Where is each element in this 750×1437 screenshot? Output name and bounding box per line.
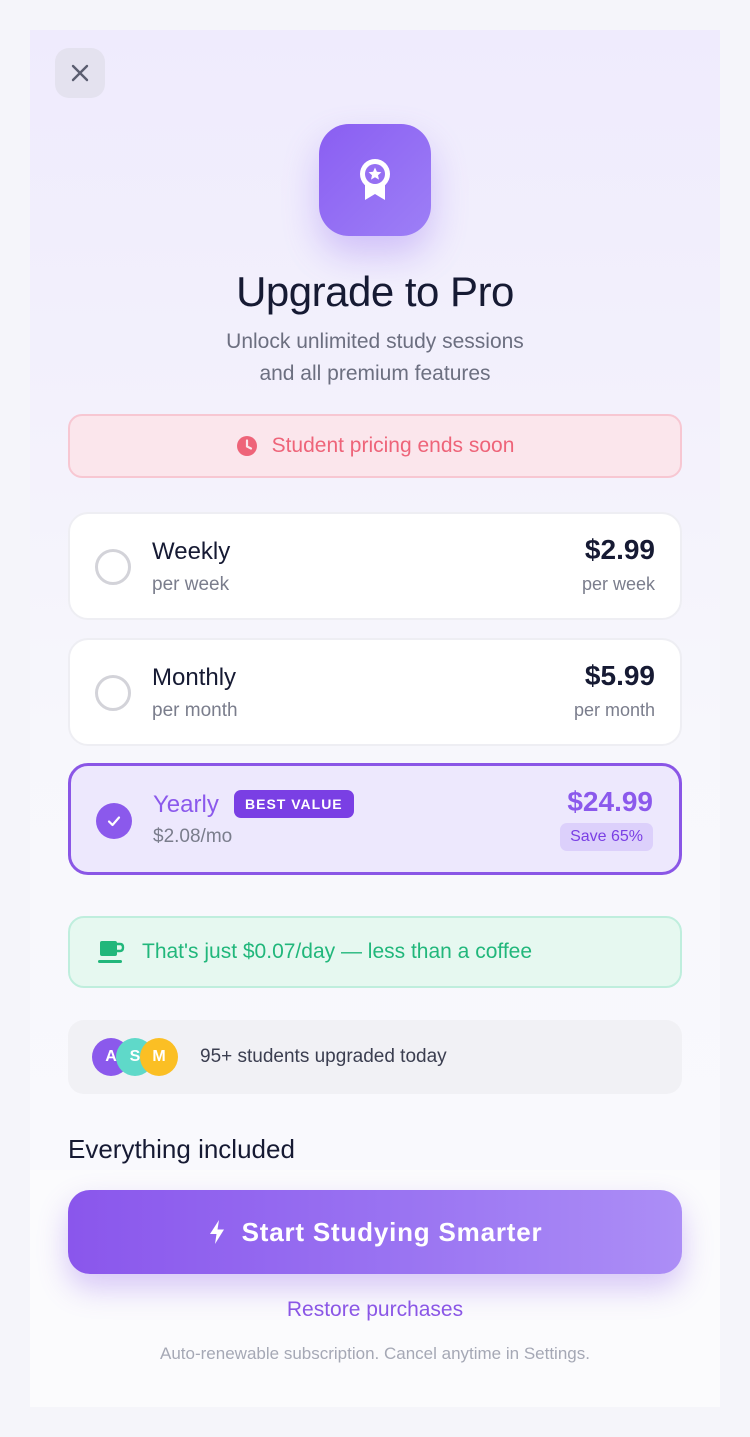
plan-name: Monthly (152, 664, 237, 691)
clock-icon (236, 436, 257, 456)
plan-price: $24.99 (567, 786, 653, 817)
subtitle-line-2: and all premium features (259, 362, 491, 385)
plan-subtitle: per week (152, 574, 230, 595)
social-proof-text: 95+ students upgraded today (200, 1046, 447, 1067)
hero-badge (319, 124, 431, 236)
page-subtitle: Unlock unlimited study sessions and all … (30, 326, 720, 390)
close-button[interactable] (55, 48, 105, 98)
checkmark-icon (107, 816, 121, 827)
features-heading: Everything included (68, 1134, 295, 1164)
plan-name: Weekly (152, 538, 231, 565)
save-badge: Save 65% (560, 823, 653, 851)
plan-subtitle: per month (152, 700, 238, 721)
urgency-banner: Student pricing ends soon (68, 414, 682, 478)
close-icon (71, 64, 89, 82)
plan-price: $5.99 (584, 660, 655, 691)
subtitle-line-1: Unlock unlimited study sessions (226, 330, 524, 353)
urgency-text: Student pricing ends soon (271, 434, 515, 457)
plan-period: per month (573, 700, 655, 720)
lightning-icon (209, 1220, 224, 1244)
paywall-card: Upgrade to Pro Unlock unlimited study se… (30, 30, 720, 1407)
coffee-comparison-banner: That's just $0.07/day — less than a coff… (68, 916, 682, 988)
start-studying-button[interactable]: Start Studying Smarter (68, 1190, 682, 1274)
plan-option-weekly[interactable]: Weekly per week $2.99 per week (68, 512, 682, 620)
plan-period: per week (581, 574, 655, 594)
plan-option-monthly[interactable]: Monthly per month $5.99 per month (68, 638, 682, 746)
social-proof-banner: A S M 95+ students upgraded today (68, 1020, 682, 1094)
restore-purchases-link[interactable]: Restore purchases (30, 1298, 720, 1322)
radio-unselected[interactable] (95, 549, 131, 585)
coffee-text: That's just $0.07/day — less than a coff… (142, 940, 533, 963)
cta-label: Start Studying Smarter (241, 1216, 543, 1247)
plan-option-yearly[interactable]: Yearly BEST VALUE $2.08/mo $24.99 Save 6… (68, 763, 682, 875)
page-title: Upgrade to Pro (236, 268, 514, 315)
coffee-cup-icon (98, 941, 125, 963)
avatar-stack: A S M (92, 1038, 188, 1076)
award-badge-icon (360, 159, 390, 200)
legal-disclaimer: Auto-renewable subscription. Cancel anyt… (160, 1344, 590, 1363)
radio-selected[interactable] (96, 803, 132, 839)
plan-name: Yearly (153, 791, 219, 818)
avatar: M (140, 1038, 178, 1076)
plan-price: $2.99 (584, 534, 655, 565)
best-value-badge: BEST VALUE (234, 790, 354, 818)
plan-subtitle: $2.08/mo (153, 826, 233, 847)
radio-unselected[interactable] (95, 675, 131, 711)
